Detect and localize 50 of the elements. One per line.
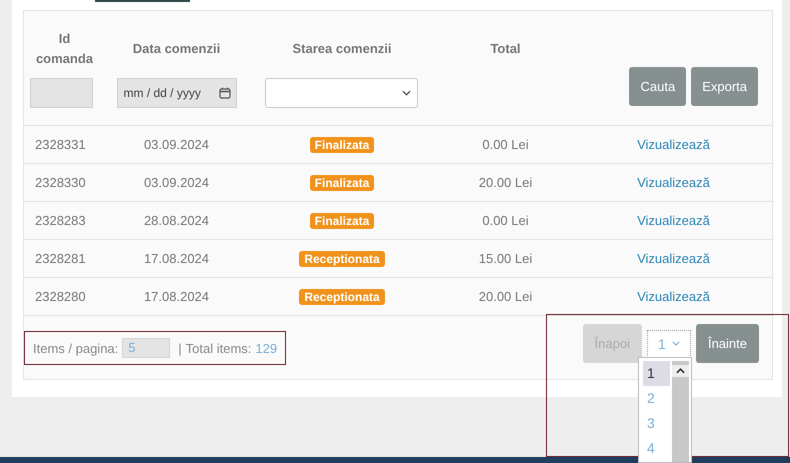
- table-cell: 17.08.2024: [144, 289, 210, 304]
- table-cell: 17.08.2024: [144, 251, 210, 266]
- scroll-up-icon[interactable]: [672, 365, 689, 377]
- status-badge: Finalizata: [310, 174, 374, 190]
- table-cell: 28.08.2024: [144, 213, 210, 228]
- table-cell-text: 2328330: [34, 175, 86, 190]
- table-cell-text: 2328331: [34, 137, 86, 152]
- view-link[interactable]: Vizualizează: [637, 289, 710, 304]
- table-cell: 20.00 Lei: [478, 175, 532, 190]
- view-link[interactable]: Vizualizează: [637, 137, 710, 152]
- date-field[interactable]: mm / dd / yyyy: [116, 78, 236, 108]
- view-link[interactable]: Vizualizează: [637, 251, 710, 266]
- status-badge: Finalizata: [310, 212, 374, 228]
- action-button[interactable]: Cauta: [629, 67, 686, 106]
- table-cell: 15.00 Lei: [478, 251, 532, 266]
- view-link[interactable]: Vizualizează: [637, 213, 710, 228]
- dropdown-option[interactable]: 2: [643, 386, 670, 411]
- table-cell: 20.00 Lei: [478, 289, 532, 304]
- dropdown-option[interactable]: 1: [643, 361, 670, 386]
- status-badge: Receptionata: [299, 288, 385, 304]
- table-cell: 03.09.2024: [144, 137, 210, 152]
- status-badge: Receptionata: [299, 250, 385, 266]
- column-header: Starea comenzii: [292, 40, 392, 58]
- page-select[interactable]: 1: [646, 330, 691, 358]
- table-cell: 03.09.2024: [144, 175, 210, 190]
- column-header: Id comanda: [34, 30, 94, 68]
- view-link[interactable]: Vizualizează: [637, 175, 710, 190]
- scrollbar[interactable]: [672, 361, 689, 462]
- table-cell-text: 2328281: [34, 251, 86, 266]
- column-header: Data comenzii: [132, 40, 220, 58]
- column-header: Total: [490, 40, 521, 58]
- table-cell: 0.00 Lei: [482, 213, 529, 228]
- dropdown-option[interactable]: 3: [643, 411, 670, 436]
- items-per-page-field[interactable]: 5: [122, 338, 170, 358]
- total-label: Total items:: [186, 340, 252, 356]
- status-badge: Finalizata: [310, 136, 374, 152]
- input-field[interactable]: [30, 78, 92, 108]
- chevron-down-icon: [672, 341, 680, 346]
- status-select[interactable]: [264, 78, 418, 108]
- dropdown-option[interactable]: 4: [643, 436, 670, 461]
- separator: |: [178, 340, 182, 356]
- action-button[interactable]: Exporta: [691, 67, 758, 106]
- chevron-down-icon: [402, 90, 410, 96]
- total-count: 129: [255, 340, 278, 356]
- table-cell-text: 2328283: [34, 213, 86, 228]
- table-cell: 0.00 Lei: [482, 137, 529, 152]
- calendar-icon[interactable]: [218, 87, 230, 99]
- items-label: Items / pagina:: [33, 340, 118, 356]
- next-button[interactable]: Înainte: [696, 324, 759, 363]
- table-cell-text: 2328280: [34, 289, 86, 304]
